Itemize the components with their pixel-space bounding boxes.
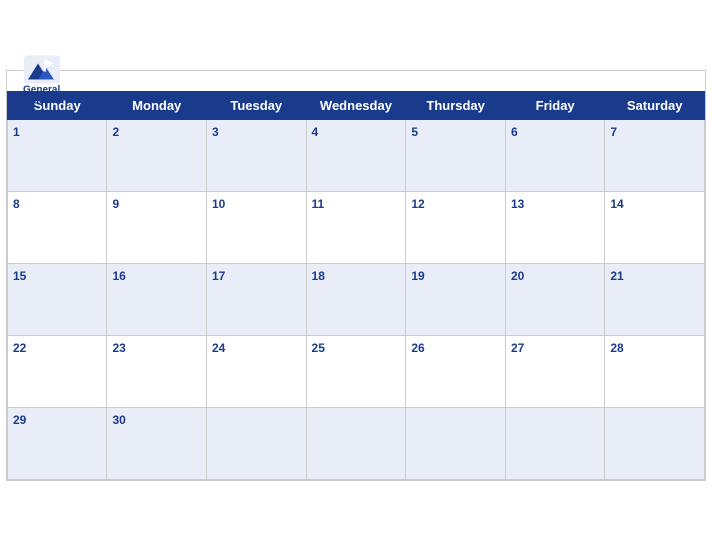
calendar-day-cell: 19 xyxy=(406,263,506,335)
day-number: 8 xyxy=(13,197,20,211)
day-number: 7 xyxy=(610,125,617,139)
calendar-day-cell: 14 xyxy=(605,191,705,263)
calendar-day-cell: 18 xyxy=(306,263,406,335)
calendar-week-row: 15 16 17 18 19 20 21 xyxy=(8,263,705,335)
day-number: 6 xyxy=(511,125,518,139)
weekday-header: Saturday xyxy=(605,91,705,119)
calendar-day-cell: 10 xyxy=(207,191,307,263)
calendar-day-cell: 17 xyxy=(207,263,307,335)
day-number: 12 xyxy=(411,197,424,211)
calendar-day-cell: 20 xyxy=(505,263,604,335)
day-number: 16 xyxy=(112,269,125,283)
calendar-day-cell: 26 xyxy=(406,335,506,407)
day-number: 5 xyxy=(411,125,418,139)
logo: GeneralBlue xyxy=(23,55,60,106)
calendar-day-cell xyxy=(306,407,406,479)
calendar-day-cell: 2 xyxy=(107,119,207,191)
day-number: 1 xyxy=(13,125,20,139)
day-number: 26 xyxy=(411,341,424,355)
weekday-header: Thursday xyxy=(406,91,506,119)
calendar-day-cell: 6 xyxy=(505,119,604,191)
calendar-day-cell xyxy=(605,407,705,479)
calendar-day-cell: 25 xyxy=(306,335,406,407)
calendar-day-cell: 13 xyxy=(505,191,604,263)
calendar-day-cell: 3 xyxy=(207,119,307,191)
day-number: 15 xyxy=(13,269,26,283)
weekday-header: Monday xyxy=(107,91,207,119)
calendar-day-cell xyxy=(406,407,506,479)
calendar-day-cell: 21 xyxy=(605,263,705,335)
calendar-day-cell: 11 xyxy=(306,191,406,263)
calendar-day-cell: 12 xyxy=(406,191,506,263)
calendar-day-cell: 7 xyxy=(605,119,705,191)
calendar-body: 1234567891011121314151617181920212223242… xyxy=(8,119,705,479)
calendar-day-cell: 22 xyxy=(8,335,107,407)
day-number: 23 xyxy=(112,341,125,355)
day-number: 21 xyxy=(610,269,623,283)
calendar-day-cell: 24 xyxy=(207,335,307,407)
day-number: 27 xyxy=(511,341,524,355)
day-number: 25 xyxy=(312,341,325,355)
day-number: 18 xyxy=(312,269,325,283)
calendar-day-cell: 15 xyxy=(8,263,107,335)
day-number: 28 xyxy=(610,341,623,355)
calendar-day-cell: 16 xyxy=(107,263,207,335)
calendar-week-row: 1 2 3 4 5 6 7 xyxy=(8,119,705,191)
calendar-week-row: 29 30 xyxy=(8,407,705,479)
calendar-day-cell: 23 xyxy=(107,335,207,407)
calendar-week-row: 8 9 10 11 12 13 14 xyxy=(8,191,705,263)
calendar-container: GeneralBlue SundayMondayTuesdayWednesday… xyxy=(6,70,706,481)
day-number: 20 xyxy=(511,269,524,283)
calendar-day-cell: 30 xyxy=(107,407,207,479)
day-number: 14 xyxy=(610,197,623,211)
weekday-header-row: SundayMondayTuesdayWednesdayThursdayFrid… xyxy=(8,91,705,119)
weekday-header: Tuesday xyxy=(207,91,307,119)
calendar-header: GeneralBlue xyxy=(7,71,705,91)
calendar-day-cell: 1 xyxy=(8,119,107,191)
calendar-day-cell: 4 xyxy=(306,119,406,191)
calendar-day-cell: 28 xyxy=(605,335,705,407)
day-number: 24 xyxy=(212,341,225,355)
calendar-day-cell: 8 xyxy=(8,191,107,263)
day-number: 17 xyxy=(212,269,225,283)
day-number: 2 xyxy=(112,125,119,139)
calendar-day-cell: 29 xyxy=(8,407,107,479)
day-number: 19 xyxy=(411,269,424,283)
day-number: 13 xyxy=(511,197,524,211)
calendar-day-cell xyxy=(207,407,307,479)
day-number: 30 xyxy=(112,413,125,427)
calendar-day-cell xyxy=(505,407,604,479)
weekday-header: Friday xyxy=(505,91,604,119)
calendar-table: SundayMondayTuesdayWednesdayThursdayFrid… xyxy=(7,91,705,480)
calendar-day-cell: 5 xyxy=(406,119,506,191)
weekday-header: Wednesday xyxy=(306,91,406,119)
calendar-day-cell: 27 xyxy=(505,335,604,407)
day-number: 10 xyxy=(212,197,225,211)
day-number: 4 xyxy=(312,125,319,139)
day-number: 29 xyxy=(13,413,26,427)
day-number: 11 xyxy=(312,197,325,211)
calendar-week-row: 22 23 24 25 26 27 28 xyxy=(8,335,705,407)
logo-text: GeneralBlue xyxy=(23,84,60,106)
calendar-day-cell: 9 xyxy=(107,191,207,263)
day-number: 9 xyxy=(112,197,119,211)
day-number: 22 xyxy=(13,341,26,355)
day-number: 3 xyxy=(212,125,219,139)
